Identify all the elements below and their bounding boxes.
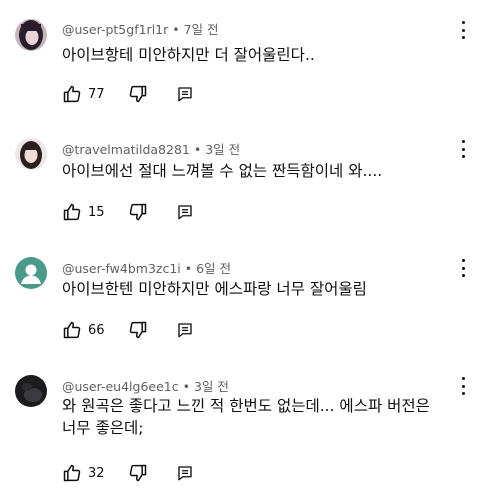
- more-options-icon[interactable]: [460, 21, 466, 39]
- comment-text: 아이브한텐 미안하지만 에스파랑 너무 잘어울림: [62, 280, 367, 298]
- like-count: 32: [88, 465, 105, 481]
- more-options-icon[interactable]: [460, 259, 466, 277]
- default-person-icon: [15, 257, 47, 289]
- like-count: 66: [88, 322, 105, 338]
- avatar[interactable]: [15, 375, 47, 407]
- avatar[interactable]: [15, 138, 47, 170]
- reply-icon[interactable]: [176, 203, 194, 221]
- avatar-photo: [15, 19, 47, 51]
- like-icon[interactable]: [62, 84, 82, 104]
- comment-item: @user-pt5gf1rl1r • 7일 전 아이브항테 미안하지만 더 잘어…: [0, 0, 480, 120]
- comment-item: @travelmatilda8281 • 3일 전 아이브에선 절대 느껴볼 수…: [0, 120, 480, 245]
- comment-actions: 32: [62, 463, 194, 483]
- comment-actions: 77: [62, 84, 194, 104]
- comment-item: @user-fw4bm3zc1i • 6일 전 아이브한텐 미안하지만 에스파랑…: [0, 245, 480, 365]
- more-options-icon[interactable]: [460, 140, 466, 158]
- avatar[interactable]: [15, 257, 47, 289]
- reply-icon[interactable]: [176, 321, 194, 339]
- dislike-icon[interactable]: [128, 320, 148, 340]
- comment-author[interactable]: @user-fw4bm3zc1i: [62, 261, 181, 276]
- reply-icon[interactable]: [176, 85, 194, 103]
- meta-separator: •: [189, 142, 206, 157]
- more-options-icon[interactable]: [460, 377, 466, 395]
- comment-meta: @travelmatilda8281 • 3일 전: [62, 139, 240, 158]
- like-icon[interactable]: [62, 320, 82, 340]
- comment-time[interactable]: 6일 전: [196, 261, 231, 276]
- comment-meta: @user-eu4lg6ee1c • 3일 전: [62, 376, 229, 395]
- comment-time[interactable]: 7일 전: [184, 22, 219, 37]
- like-icon[interactable]: [62, 463, 82, 483]
- dislike-icon[interactable]: [128, 463, 148, 483]
- comment-author[interactable]: @user-eu4lg6ee1c: [62, 379, 179, 394]
- like-count: 77: [88, 86, 105, 102]
- meta-separator: •: [178, 379, 194, 394]
- comment-time[interactable]: 3일 전: [205, 142, 240, 157]
- meta-separator: •: [180, 261, 197, 276]
- comment-text: 와 원곡은 좋다고 느낀 적 한번도 없는데... 에스파 버전은 너무 좋은데…: [62, 397, 430, 437]
- meta-separator: •: [168, 22, 184, 37]
- dislike-icon[interactable]: [128, 202, 148, 222]
- comment-text: 아이브항테 미안하지만 더 잘어울린다..: [62, 46, 315, 64]
- reply-icon[interactable]: [176, 464, 194, 482]
- comment-author[interactable]: @travelmatilda8281: [62, 142, 190, 157]
- dislike-icon[interactable]: [128, 84, 148, 104]
- avatar[interactable]: [15, 19, 47, 51]
- like-count: 15: [88, 204, 105, 220]
- comment-meta: @user-pt5gf1rl1r • 7일 전: [62, 19, 219, 38]
- comment-actions: 66: [62, 320, 194, 340]
- comment-text: 아이브에선 절대 느껴볼 수 없는 짠득함이네 와....: [62, 162, 383, 180]
- avatar-photo: [15, 375, 47, 407]
- comment-item: @user-eu4lg6ee1c • 3일 전 와 원곡은 좋다고 느낀 적 한…: [0, 365, 480, 502]
- like-icon[interactable]: [62, 202, 82, 222]
- comment-time[interactable]: 3일 전: [194, 379, 229, 394]
- comment-author[interactable]: @user-pt5gf1rl1r: [62, 22, 168, 37]
- avatar-photo: [15, 138, 47, 170]
- comment-actions: 15: [62, 202, 194, 222]
- comment-meta: @user-fw4bm3zc1i • 6일 전: [62, 258, 231, 277]
